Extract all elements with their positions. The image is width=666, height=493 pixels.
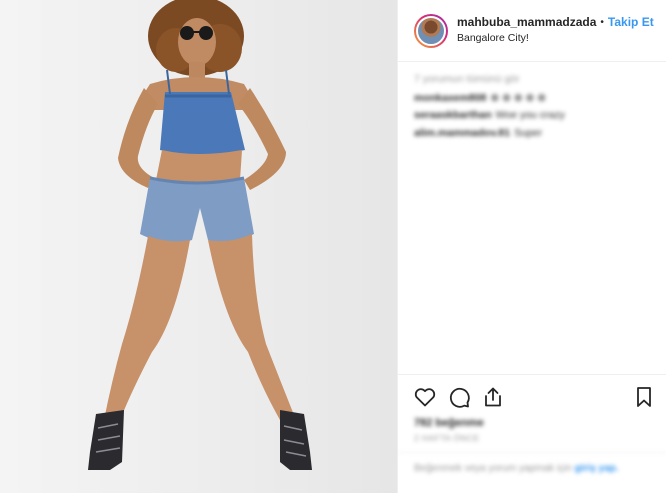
- comment-username[interactable]: monkaxem808: [414, 93, 486, 104]
- comment-item: monkaxem808 ⊗ ⊕ ⊗ ⊕ ⊗: [414, 93, 654, 104]
- post-photo[interactable]: [0, 0, 397, 493]
- see-all-comments-link[interactable]: 7 yorumun tümünü gör: [414, 74, 654, 85]
- avatar-image: [416, 15, 446, 46]
- likes-count[interactable]: 782 beğenme: [414, 417, 484, 429]
- username-link[interactable]: mahbuba_mammadzada: [457, 15, 596, 30]
- login-suffix: yap.: [598, 463, 619, 474]
- avatar[interactable]: [414, 13, 448, 48]
- model-illustration: [88, 0, 312, 470]
- bookmark-icon[interactable]: [632, 385, 656, 409]
- comment-icon[interactable]: [447, 385, 471, 409]
- username-row: mahbuba_mammadzada • Takip Et: [457, 15, 654, 30]
- comment-item: alim.mammadov.81 Super: [414, 128, 654, 139]
- post-header: mahbuba_mammadzada • Takip Et Bangalore …: [398, 0, 666, 62]
- comment-username[interactable]: alim.mammadov.81: [414, 128, 510, 139]
- user-info: mahbuba_mammadzada • Takip Et Bangalore …: [457, 15, 654, 45]
- comment-text: ⊗ ⊕ ⊗ ⊕ ⊗: [490, 92, 547, 103]
- add-comment-bar: Beğenmek veya yorum yapmak için giriş ya…: [398, 452, 666, 493]
- comment-text: Super: [514, 127, 543, 138]
- share-icon[interactable]: [481, 385, 505, 409]
- follow-button[interactable]: Takip Et: [608, 15, 654, 30]
- actions-section: 782 beğenme 2 HAFTA ÖNCE: [398, 374, 666, 443]
- post-timestamp: 2 HAFTA ÖNCE: [414, 433, 480, 443]
- comment-text: Woe you crazy: [495, 110, 565, 121]
- separator-dot: •: [600, 16, 604, 28]
- comment-username[interactable]: seraaskbarthan: [414, 110, 492, 121]
- action-icons: [413, 385, 505, 409]
- comments-list: 7 yorumun tümünü gör monkaxem808 ⊗ ⊕ ⊗ ⊕ …: [414, 74, 654, 145]
- location-link[interactable]: Bangalore City!: [457, 32, 654, 45]
- add-comment-prompt: Beğenmek veya yorum yapmak için: [414, 463, 572, 474]
- comment-item: seraaskbarthan Woe you crazy: [414, 110, 654, 121]
- post-container: mahbuba_mammadzada • Takip Et Bangalore …: [0, 0, 666, 493]
- post-side-panel: mahbuba_mammadzada • Takip Et Bangalore …: [397, 0, 666, 493]
- heart-icon[interactable]: [413, 385, 437, 409]
- login-link[interactable]: giriş: [575, 463, 596, 474]
